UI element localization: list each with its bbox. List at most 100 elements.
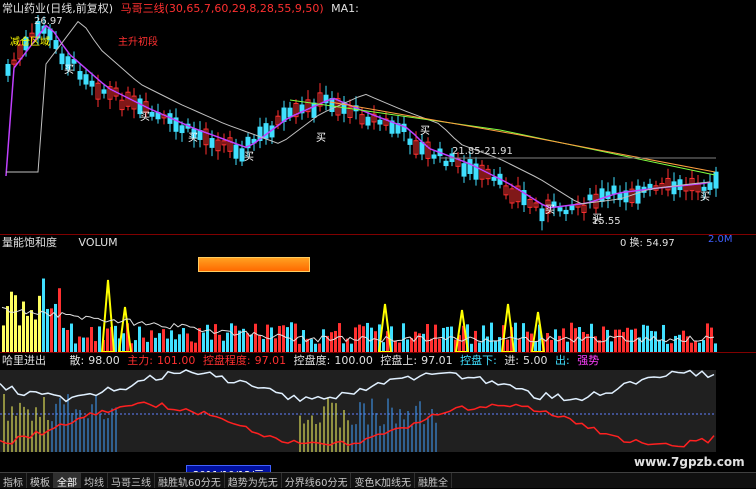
osc-k9: 强势 [577, 354, 600, 367]
volume-bar [54, 303, 57, 352]
tab-rongsheng-60[interactable]: 融胜轨60分无 [155, 473, 225, 489]
volume-bar [698, 342, 701, 352]
volume-bar [258, 335, 261, 352]
tab-rongsheng-all[interactable]: 融胜全 [415, 473, 453, 489]
volume-bar [298, 343, 301, 352]
candle [101, 89, 107, 94]
kline-panel[interactable]: 买买买买买买买买买 常山药业(日线,前复权) 马哥三线(30,65,7,60,2… [0, 0, 756, 234]
volume-chart[interactable] [0, 234, 756, 352]
candle [671, 181, 677, 195]
osc-v1: 98.00 [88, 354, 120, 367]
volume-bar [182, 328, 185, 352]
candle [557, 207, 563, 212]
candle [83, 74, 89, 85]
candle [179, 125, 185, 134]
oscillator-panel[interactable]: 哈里进出 散: 98.00 主力: 101.00 控盘程度: 97.01 控盘度: 10… [0, 352, 756, 452]
volume-bar [670, 343, 673, 352]
volume-bar [402, 323, 405, 352]
rise-tag: 主升初段 [118, 37, 158, 48]
candle [89, 80, 95, 87]
stock-title: 常山药业(日线,前复权) [2, 2, 114, 15]
tab-template[interactable]: 模板 [27, 473, 54, 489]
candle [491, 176, 497, 181]
ma-line-orange [329, 101, 716, 173]
volume-bar [606, 329, 609, 352]
candle [467, 159, 473, 174]
candle [539, 208, 545, 222]
volume-bar [38, 295, 41, 352]
candle [59, 53, 65, 65]
volume-bar [2, 325, 5, 352]
volume-bar [198, 328, 201, 352]
volume-bar [474, 330, 477, 352]
volume-right-tag: 2.0M [708, 234, 733, 245]
volume-bar [614, 329, 617, 352]
volume-bar [178, 334, 181, 352]
volume-bar [626, 327, 629, 352]
tab-indicator[interactable]: 指标 [0, 473, 27, 489]
volume-bar [566, 341, 569, 352]
volume-bar [90, 327, 93, 352]
buy-marker: 买 [316, 132, 326, 144]
volume-bar [334, 330, 337, 352]
kline-chart[interactable]: 买买买买买买买买买 [0, 0, 756, 234]
osc-v5: 97.01 [421, 354, 453, 367]
candle [209, 138, 215, 148]
osc-v7: 5.00 [523, 354, 548, 367]
volume-bar [586, 333, 589, 352]
range-label: 21.85-21.91 [452, 146, 513, 157]
volume-bar [150, 330, 153, 352]
tab-colored-k[interactable]: 变色K加线无 [351, 473, 416, 489]
volume-bar [206, 324, 209, 352]
volume-bar [470, 343, 473, 352]
volume-bar [62, 327, 65, 352]
volume-bar [338, 323, 341, 352]
buy-marker: 买 [188, 132, 198, 144]
volume-bar [654, 331, 657, 352]
volume-bar [202, 332, 205, 352]
watermark: www.7gpzb.com [634, 455, 745, 469]
tab-mage-three-lines[interactable]: 马哥三线 [108, 473, 155, 489]
volume-bar [666, 343, 669, 352]
osc-k5: 控盘上: [380, 354, 418, 367]
volume-bar [190, 341, 193, 352]
volume-bar [66, 329, 69, 352]
volume-bar [302, 330, 305, 352]
tab-boundary-60[interactable]: 分界线60分无 [282, 473, 352, 489]
oscillator-header: 哈里进出 散: 98.00 主力: 101.00 控盘程度: 97.01 控盘度: 10… [2, 352, 603, 368]
volume-bar [226, 332, 229, 352]
osc-k2: 主力: [127, 354, 153, 367]
turnover-label: 0 换: 54.97 [620, 238, 675, 249]
volume-bar [242, 328, 245, 352]
volume-panel[interactable]: 量能饱和度 VOLUM 0 换: 54.97 2.0M [0, 234, 756, 352]
osc-k4: 控盘度: [293, 354, 331, 367]
volume-bar [290, 322, 293, 352]
volume-bar [618, 329, 621, 352]
volume-bar [362, 326, 365, 352]
volume-bar [622, 332, 625, 352]
volume-bar [270, 327, 273, 352]
volume-bar [106, 328, 109, 352]
tab-ma[interactable]: 均线 [81, 473, 108, 489]
volume-bar [350, 343, 353, 352]
volume-bar [678, 334, 681, 352]
volume-bar [658, 339, 661, 352]
buy-marker: 买 [140, 111, 150, 123]
volume-bar [262, 338, 265, 352]
volume-bar [570, 322, 573, 352]
candle [149, 112, 155, 117]
osc-v2: 101.00 [156, 354, 196, 367]
candle [407, 138, 413, 145]
volume-bar [690, 342, 693, 352]
tab-trend-first[interactable]: 趋势为先无 [225, 473, 282, 489]
volume-bar [10, 291, 13, 352]
buy-marker: 买 [700, 191, 710, 203]
buy-marker: 买 [64, 64, 74, 76]
osc-k7: 进: [504, 354, 520, 367]
candle [431, 154, 437, 159]
volume-bar [138, 326, 141, 352]
buy-marker: 买 [244, 151, 254, 163]
volume-bar [526, 331, 529, 352]
tab-all[interactable]: 全部 [54, 473, 81, 489]
volume-bar [714, 343, 717, 352]
